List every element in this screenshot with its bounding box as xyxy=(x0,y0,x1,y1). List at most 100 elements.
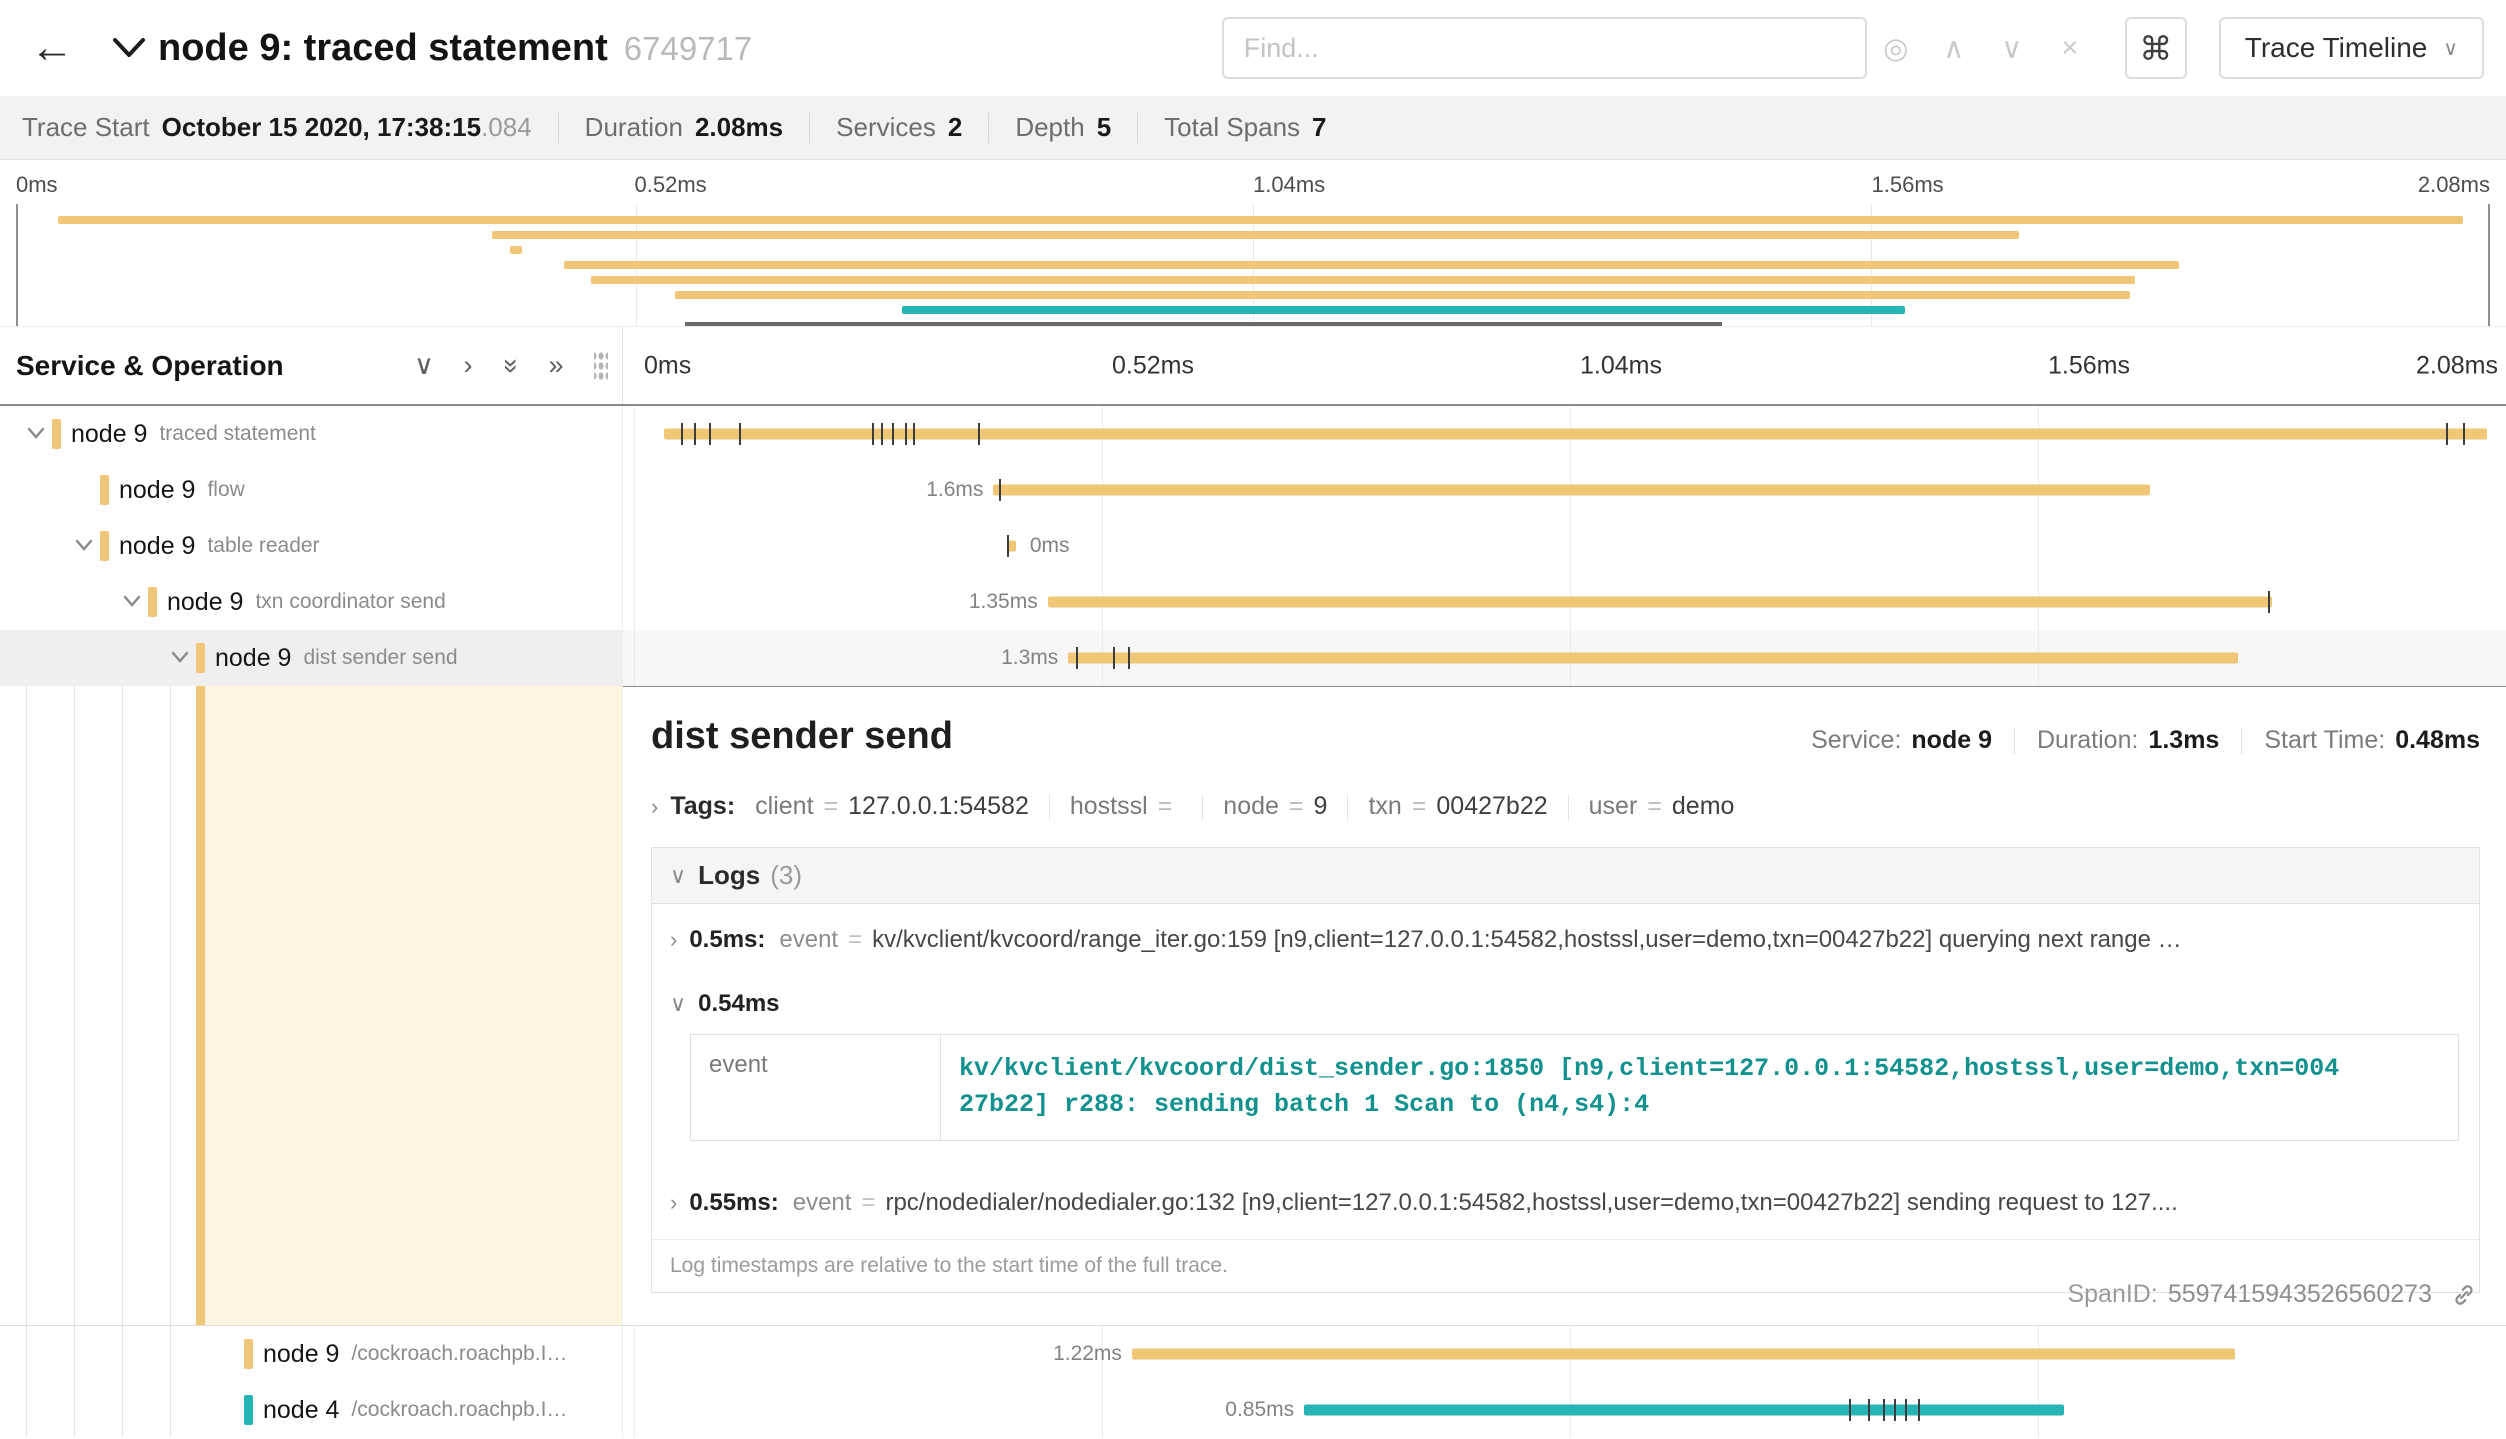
span-event-tick xyxy=(2268,591,2270,613)
minimap-span-bar xyxy=(58,216,2464,224)
summary-value: 2 xyxy=(948,112,962,143)
span-timeline-cell[interactable]: 1.6ms xyxy=(623,462,2506,518)
span-bar[interactable] xyxy=(1132,1349,2235,1360)
span-name-cell[interactable]: node 9 traced statement xyxy=(0,406,623,462)
log-monospace-value: kv/kvclient/kvcoord/dist_sender.go:1850 … xyxy=(959,1051,2349,1124)
span-name-cell[interactable]: node 9 dist sender send xyxy=(0,630,623,686)
divider xyxy=(2241,728,2242,754)
minimap-span-bar xyxy=(564,261,2179,269)
span-event-tick xyxy=(1128,647,1130,669)
service-operation-header: Service & Operation xyxy=(16,350,284,382)
span-timeline-cell[interactable]: 1.3ms xyxy=(623,630,2506,686)
log-entry-toggle[interactable]: ∨ 0.54ms xyxy=(670,990,2461,1018)
log-key-cell: event xyxy=(691,1035,941,1141)
tree-guide-line xyxy=(74,686,75,1325)
log-entry-toggle[interactable]: › 0.55ms: event=rpc/nodedialer/nodediale… xyxy=(652,1167,2479,1239)
next-match-icon[interactable]: ∨ xyxy=(1983,19,2041,77)
tree-guide-line xyxy=(74,1326,75,1382)
back-button[interactable]: ← xyxy=(22,23,82,73)
span-event-tick xyxy=(892,423,894,445)
table-row: event kv/kvclient/kvcoord/dist_sender.go… xyxy=(691,1035,2459,1141)
chevron-down-icon[interactable]: ∨ xyxy=(402,344,446,388)
span-bar[interactable] xyxy=(1304,1405,2064,1416)
span-event-tick xyxy=(694,423,696,445)
log-entry-expanded: ∨ 0.54ms event kv/kvclient/kvcoord/dist_… xyxy=(652,976,2479,1167)
time-tick-label: 0ms xyxy=(16,172,58,198)
keyboard-shortcuts-button[interactable]: ⌘ xyxy=(2125,17,2187,79)
span-duration-label: 0ms xyxy=(1030,534,1070,558)
minimap-span-bar xyxy=(591,276,2135,284)
detail-color-bar xyxy=(196,686,205,1325)
minimap-viewport-indicator[interactable] xyxy=(685,322,1722,326)
service-color-bar xyxy=(244,1395,253,1425)
summary-label: Trace Start xyxy=(22,112,150,143)
log-entry-toggle[interactable]: › 0.5ms: event=kv/kvclient/kvcoord/range… xyxy=(652,904,2479,976)
span-id-value: 5597415943526560273 xyxy=(2168,1280,2432,1309)
span-bar[interactable] xyxy=(1068,653,2238,664)
divider xyxy=(1347,794,1348,820)
time-tick-label: 0ms xyxy=(634,351,691,380)
tree-guide-line xyxy=(170,1382,171,1438)
tag-item: hostssl= xyxy=(1070,792,1182,821)
clear-search-icon[interactable]: × xyxy=(2041,19,2099,77)
span-collapse-toggle-icon[interactable] xyxy=(26,427,52,441)
span-collapse-toggle-icon[interactable] xyxy=(170,651,196,665)
span-timeline-cell[interactable]: 0ms xyxy=(623,518,2506,574)
span-name-cell[interactable]: node 9 table reader xyxy=(0,518,623,574)
span-collapse-toggle-icon[interactable] xyxy=(74,539,100,553)
trace-collapse-chevron-icon[interactable] xyxy=(112,36,146,60)
span-id: SpanID: 5597415943526560273 xyxy=(2067,1280,2478,1309)
chevron-right-icon: › xyxy=(670,927,677,953)
link-icon[interactable] xyxy=(2450,1281,2478,1309)
find-input[interactable] xyxy=(1222,17,1867,79)
find-bar: ◎ ∧ ∨ × xyxy=(1222,17,2099,79)
span-name-cell[interactable]: node 9 flow xyxy=(0,462,623,518)
double-chevron-right-icon[interactable]: » xyxy=(534,344,578,388)
time-tick-label: 1.56ms xyxy=(1872,172,1944,198)
divider xyxy=(1049,794,1050,820)
tag-item: client=127.0.0.1:54582 xyxy=(755,792,1029,821)
minimap-time-labels: 0ms 0.52ms 1.04ms 1.56ms 2.08ms xyxy=(16,170,2490,204)
tags-accordion-toggle[interactable]: › Tags: client=127.0.0.1:54582 hostssl= … xyxy=(651,792,2480,821)
tree-guide-line xyxy=(122,1326,123,1382)
span-service-name: node 9 xyxy=(167,588,243,617)
span-name-cell[interactable]: node 9 txn coordinator send xyxy=(0,574,623,630)
span-operation-name: dist sender send xyxy=(303,646,457,670)
span-duration-label: 0.85ms xyxy=(1225,1398,1294,1422)
span-timeline-cell[interactable]: 1.22ms xyxy=(623,1326,2506,1382)
logs-accordion-toggle[interactable]: ∨ Logs (3) xyxy=(652,848,2479,904)
span-row: node 4 /cockroach.roachpb.I… 0.85ms xyxy=(0,1382,2506,1438)
view-selector-button[interactable]: Trace Timeline ∨ xyxy=(2219,17,2484,79)
previous-match-icon[interactable]: ∧ xyxy=(1925,19,1983,77)
span-event-tick xyxy=(1894,1399,1896,1421)
span-bar[interactable] xyxy=(993,485,2150,496)
gridline xyxy=(634,630,635,686)
span-operation-name: traced statement xyxy=(159,422,315,446)
span-row: node 9 traced statement xyxy=(0,406,2506,462)
span-timeline-cell[interactable]: 0.85ms xyxy=(623,1382,2506,1438)
summary-label: Services xyxy=(836,112,936,143)
tag-item: node=9 xyxy=(1223,792,1327,821)
timeline-axis: 0ms 0.52ms 1.04ms 1.56ms 2.08ms xyxy=(623,327,2506,404)
log-timestamp: 0.54ms xyxy=(698,990,779,1018)
chevron-right-icon: › xyxy=(651,794,658,820)
minimap-canvas[interactable] xyxy=(16,204,2490,326)
span-timeline-cell[interactable] xyxy=(623,406,2506,462)
span-timeline-cell[interactable]: 1.35ms xyxy=(623,574,2506,630)
tree-guide-line xyxy=(74,1382,75,1438)
span-bar[interactable] xyxy=(664,429,2487,440)
span-name-cell[interactable]: node 9 /cockroach.roachpb.I… xyxy=(0,1326,623,1382)
span-event-tick xyxy=(2446,423,2448,445)
chevron-right-icon[interactable]: › xyxy=(446,344,490,388)
panel-resize-grip[interactable] xyxy=(594,350,608,382)
locate-match-icon[interactable]: ◎ xyxy=(1867,19,1925,77)
gridline xyxy=(634,1382,635,1438)
span-bar[interactable] xyxy=(1048,597,2272,608)
double-chevron-down-icon[interactable]: » xyxy=(490,344,534,388)
span-name-cell[interactable]: node 4 /cockroach.roachpb.I… xyxy=(0,1382,623,1438)
summary-value: October 15 2020, 17:38:15.084 xyxy=(162,112,532,143)
log-value-cell: kv/kvclient/kvcoord/dist_sender.go:1850 … xyxy=(941,1035,2459,1141)
span-collapse-toggle-icon[interactable] xyxy=(122,595,148,609)
time-tick-label: 1.56ms xyxy=(2038,351,2130,380)
detail-tint xyxy=(205,686,622,1325)
